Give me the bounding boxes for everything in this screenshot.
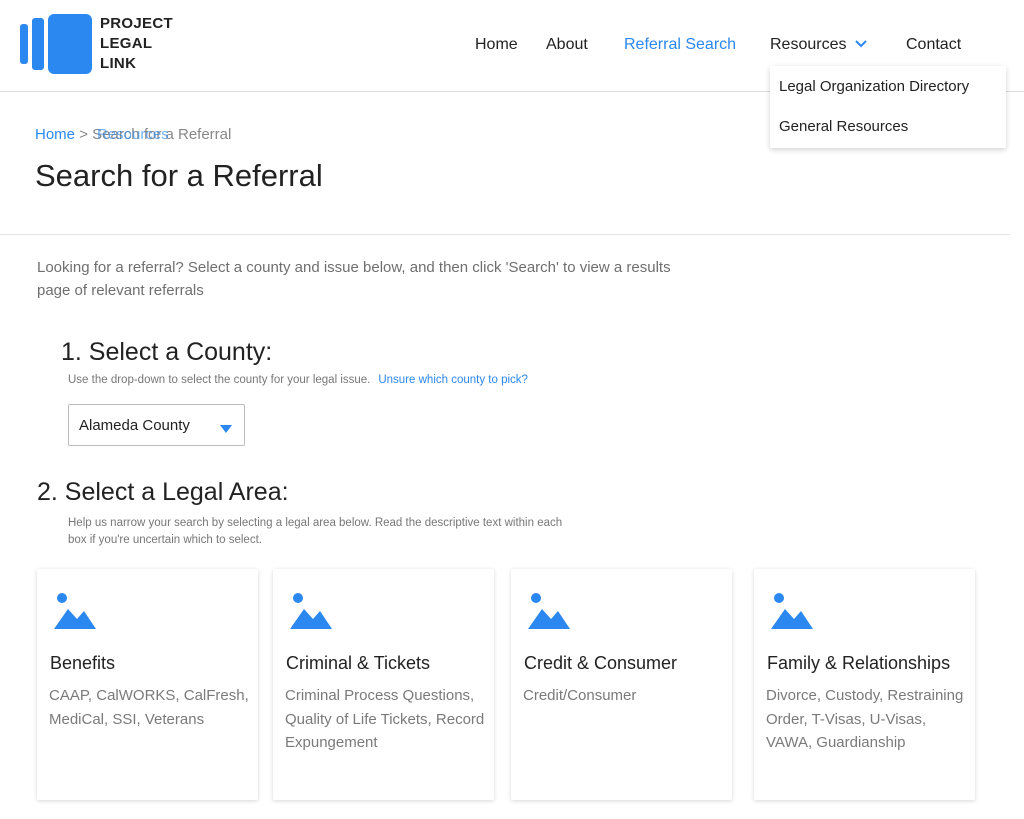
card-description: Credit/Consumer: [523, 687, 637, 704]
nav-home[interactable]: Home: [475, 36, 518, 54]
card-description: Divorce, Custody, Restraining Order, T-V…: [766, 687, 964, 751]
main-nav: Home About Referral Search Resources Con…: [0, 36, 1024, 58]
nav-about[interactable]: About: [546, 36, 588, 54]
breadcrumb: Home > Search for a Referral Resources: [35, 126, 231, 143]
county-select-value: Alameda County: [79, 417, 190, 434]
card-title: Criminal & Tickets: [286, 653, 431, 673]
breadcrumb-resources[interactable]: Resources: [97, 126, 169, 143]
menu-item-general-resources[interactable]: General Resources: [779, 118, 908, 135]
step1-help: Use the drop-down to select the county f…: [68, 372, 528, 389]
nav-contact[interactable]: Contact: [906, 36, 961, 54]
card-title: Benefits: [50, 653, 116, 673]
legal-area-card-benefits[interactable]: Benefits CAAP, CalWORKS, CalFresh, MediC…: [37, 569, 258, 800]
logo-line: PROJECT: [100, 15, 173, 32]
image-placeholder-icon: [53, 591, 97, 631]
image-placeholder-icon: [289, 591, 333, 631]
unsure-county-link[interactable]: Unsure which county to pick?: [378, 374, 528, 386]
page-title: Search for a Referral: [35, 158, 323, 193]
legal-area-card-credit-consumer[interactable]: Credit & Consumer Credit/Consumer: [511, 569, 732, 800]
step1-help-text: Use the drop-down to select the county f…: [68, 374, 371, 386]
nav-referral-search[interactable]: Referral Search: [624, 36, 736, 54]
menu-item-legal-organization-directory[interactable]: Legal Organization Directory: [779, 78, 969, 95]
resources-dropdown-menu: Legal Organization Directory General Res…: [770, 66, 1006, 148]
chevron-down-icon: [854, 36, 868, 54]
legal-area-card-family-relationships[interactable]: Family & Relationships Divorce, Custody,…: [754, 569, 975, 800]
breadcrumb-home[interactable]: Home: [35, 126, 75, 143]
step2-help: Help us narrow your search by selecting …: [68, 517, 563, 546]
caret-down-icon: [219, 421, 233, 438]
image-placeholder-icon: [527, 591, 571, 631]
nav-resources-label: Resources: [770, 36, 847, 54]
card-title: Credit & Consumer: [524, 653, 678, 673]
card-description: Criminal Process Questions, Quality of L…: [285, 687, 485, 751]
nav-resources[interactable]: Resources: [770, 36, 868, 54]
intro-text: Looking for a referral? Select a county …: [37, 259, 671, 299]
step2-heading: 2. Select a Legal Area:: [37, 478, 289, 506]
step1-heading: 1. Select a County:: [61, 338, 273, 366]
card-title: Family & Relationships: [767, 653, 951, 673]
image-placeholder-icon: [770, 591, 814, 631]
breadcrumb-separator: >: [79, 126, 88, 143]
county-select[interactable]: Alameda County: [68, 404, 245, 446]
divider: [0, 234, 1010, 235]
card-description: CAAP, CalWORKS, CalFresh, MediCal, SSI, …: [49, 687, 249, 728]
legal-area-card-criminal-tickets[interactable]: Criminal & Tickets Criminal Process Ques…: [273, 569, 494, 800]
